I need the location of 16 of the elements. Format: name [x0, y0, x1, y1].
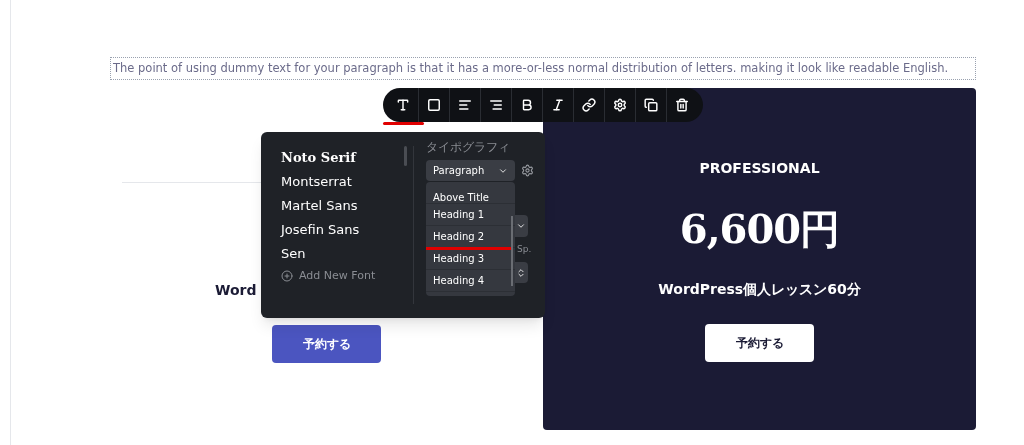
font-option[interactable]: Martel Sans [281, 194, 413, 218]
spacing-label: Sp. [517, 244, 532, 255]
style-select[interactable]: Paragraph [426, 160, 515, 181]
font-option[interactable]: Noto Serif [281, 146, 413, 170]
font-option[interactable]: Montserrat [281, 170, 413, 194]
book-button[interactable]: 予約する [272, 325, 381, 363]
plan-description: WordPress個人レッスン60分 [658, 280, 861, 299]
plan-name: PROFESSIONAL [699, 159, 820, 178]
font-option[interactable]: Josefin Sans [281, 218, 413, 242]
book-button[interactable]: 予約する [705, 324, 814, 362]
typography-label: タイポグラフィ [426, 141, 511, 154]
plan-description: Word [215, 281, 257, 300]
add-font-link[interactable]: Add New Font [299, 268, 376, 285]
font-option[interactable]: Sen [281, 242, 413, 266]
plan-price: 6,600円 [679, 205, 840, 252]
style-option[interactable]: Above Title [426, 182, 515, 204]
